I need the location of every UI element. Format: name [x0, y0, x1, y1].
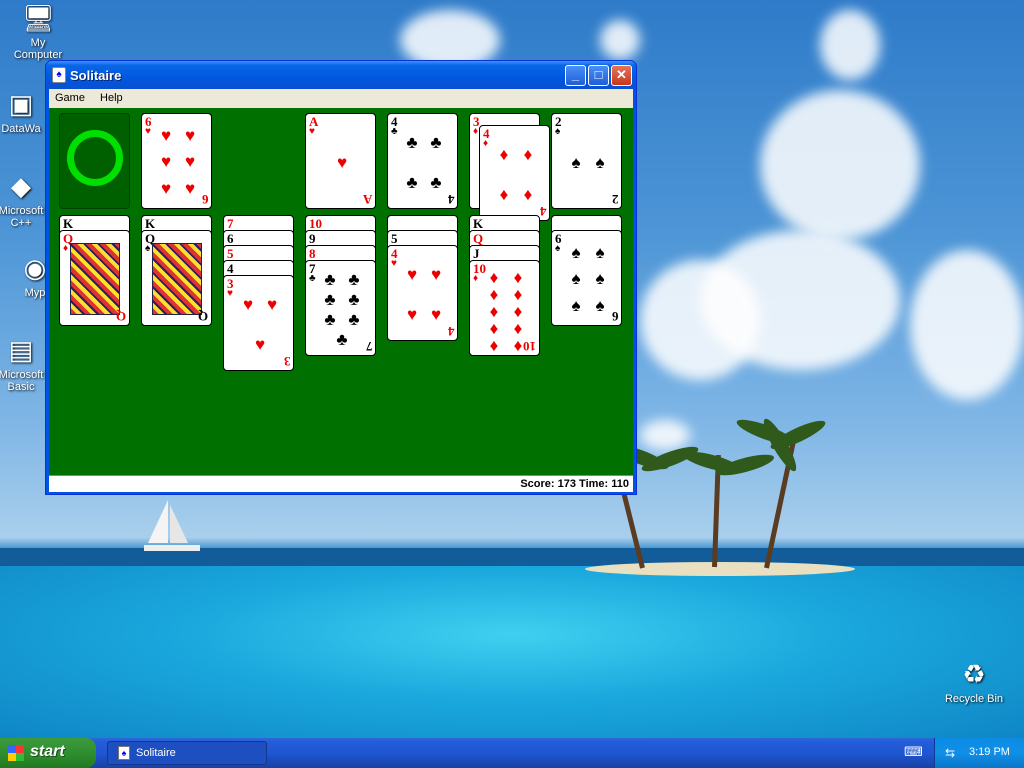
card-pips: ♣ ♣ ♣ ♣	[406, 132, 442, 192]
card-rank-bottom: Q	[115, 309, 126, 324]
score-time: Score: 173 Time: 110	[520, 478, 629, 490]
card-rank-bottom: 6	[611, 309, 619, 324]
card-pips: ♦ ♦ ♦ ♦	[499, 144, 533, 204]
card-rank-bottom: 7	[365, 339, 373, 354]
solitaire-icon: ♠	[118, 746, 130, 760]
card-pips: ♠ ♠	[571, 152, 605, 172]
title-bar[interactable]: ♠ Solitaire _ □ ✕	[46, 61, 636, 89]
card-suit-icon: ♥	[145, 126, 151, 137]
card-suit-icon: ♥	[391, 258, 397, 269]
status-bar: Score: 173 Time: 110	[49, 475, 633, 492]
taskbar-item-solitaire[interactable]: ♠ Solitaire	[107, 741, 267, 765]
menu-help[interactable]: Help	[94, 89, 129, 107]
card-rank-bottom: 4	[539, 204, 547, 219]
desktop-icon-my-computer[interactable]: 🖥 My Computer	[6, 2, 70, 61]
card-pips: ♠ ♠ ♠ ♠ ♠ ♠	[571, 242, 605, 316]
card-suit-icon: ♦	[473, 126, 479, 137]
desktop-icon-recycle-bin[interactable]: ♻ Recycle Bin	[942, 658, 1006, 705]
card-suit-icon: ♣	[309, 273, 316, 284]
start-button[interactable]: start	[0, 738, 96, 768]
taskbar: start ♠ Solitaire ⌨ ⇆ 3:19 PM	[0, 738, 1024, 768]
card-suit-icon: ♣	[391, 126, 398, 137]
maximize-button[interactable]: □	[588, 65, 609, 86]
card-pips: ♥ ♥ ♥ ♥	[406, 264, 442, 324]
keyboard-icon[interactable]: ⌨	[904, 745, 923, 759]
recycle-stock-icon	[67, 130, 123, 186]
shortcut-icon: ▣	[8, 89, 34, 119]
card-rank-bottom: A	[362, 192, 372, 207]
court-card-art	[152, 243, 202, 315]
system-tray: ⇆ 3:19 PM	[934, 738, 1024, 768]
minimize-button[interactable]: _	[565, 65, 586, 86]
card-suit-icon: ♠	[145, 243, 151, 254]
card-suit-icon: ♦	[473, 273, 479, 284]
island	[585, 562, 855, 576]
tableau-card[interactable]: 3 ♥ ♥ ♥ ♥ 3	[223, 275, 294, 371]
card-rank-bottom: 4	[447, 192, 455, 207]
tableau-card[interactable]: 4 ♥ ♥ ♥ ♥ ♥ 4	[387, 245, 458, 341]
card-suit-icon: ♥	[227, 288, 233, 299]
shortcut-icon: ◆	[11, 171, 31, 201]
clock[interactable]: 3:19 PM	[969, 746, 1010, 758]
solitaire-icon: ♠	[52, 67, 66, 83]
card-rank-bottom: 3	[283, 354, 291, 369]
card-rank-bottom: 2	[611, 192, 619, 207]
tableau-card[interactable]: Q ♠ Q	[141, 230, 212, 326]
card-suit-icon: ♠	[555, 126, 561, 137]
close-button[interactable]: ✕	[611, 65, 632, 86]
shortcut-icon: ▤	[8, 335, 34, 365]
recycle-bin-icon: ♻	[962, 659, 986, 689]
windows-logo-icon	[8, 745, 24, 761]
court-card-art	[70, 243, 120, 315]
card-rank-bottom: 6	[201, 192, 209, 207]
card-pips: ♥ ♥ ♥ ♥ ♥ ♥	[160, 125, 196, 199]
card-rank-bottom: 10	[523, 339, 536, 354]
card-suit-icon: ♠	[555, 243, 561, 254]
tableau-card[interactable]: 7 ♣ ♣ ♣ ♣ ♣ ♣ ♣ ♣ 7	[305, 260, 376, 356]
tableau-card[interactable]: Q ♦ Q	[59, 230, 130, 326]
game-table[interactable]: 6♥♥♥♥♥♥♥6A♥♥A4♣♣♣♣♣43♦♦♦♦34♦♦♦♦♦42♠♠♠2K♣…	[49, 108, 633, 475]
card-suit-icon: ♦	[483, 138, 489, 149]
card-rank-bottom: 4	[447, 324, 455, 339]
foundation-card[interactable]: 2 ♠ ♠ ♠ 2	[551, 113, 622, 209]
tableau-card[interactable]: 6 ♠ ♠ ♠ ♠ ♠ ♠ ♠ 6	[551, 230, 622, 326]
window-title: Solitaire	[70, 68, 122, 83]
sailboat	[144, 500, 200, 551]
desktop-icon-datawa[interactable]: ▣ DataWa	[0, 88, 46, 135]
foundation-card[interactable]: A ♥ ♥ A	[305, 113, 376, 209]
card-pips: ♣ ♣ ♣ ♣ ♣ ♣ ♣	[324, 269, 360, 349]
card-rank-bottom: Q	[197, 309, 208, 324]
network-icon[interactable]: ⇆	[945, 746, 959, 760]
card-suit-icon: ♥	[309, 126, 315, 137]
computer-icon: 🖥	[22, 3, 56, 33]
card-suit-icon: ♦	[63, 243, 69, 254]
stock-pile[interactable]	[59, 113, 130, 209]
waste-card[interactable]: 6 ♥ ♥ ♥ ♥ ♥ ♥ ♥ 6	[141, 113, 212, 209]
desktop-icon-microsoft-cpp[interactable]: ◆ Microsoft C++	[0, 170, 46, 229]
menu-game[interactable]: Game	[49, 89, 91, 107]
dragged-card[interactable]: 4 ♦ ♦ ♦ ♦ ♦ 4	[479, 125, 550, 221]
menu-bar: Game Help	[49, 89, 633, 108]
foundation-card[interactable]: 4 ♣ ♣ ♣ ♣ ♣ 4	[387, 113, 458, 209]
card-pips: ♥	[336, 152, 348, 172]
tableau-card[interactable]: 10 ♦ ♦ ♦ ♦ ♦ ♦ ♦ ♦ ♦ ♦ ♦ 10	[469, 260, 540, 356]
card-pips: ♦ ♦ ♦ ♦ ♦ ♦ ♦ ♦ ♦ ♦	[489, 268, 523, 355]
desktop-icon-microsoft-basic[interactable]: ▤ Microsoft Basic	[0, 334, 46, 393]
solitaire-window[interactable]: ♠ Solitaire _ □ ✕ Game Help 6 ♥ ♥ ♥ ♥ ♥ ♥ ♥ 6 A ♥ ♥…	[45, 60, 637, 495]
card-pips: ♥ ♥ ♥	[242, 294, 278, 354]
